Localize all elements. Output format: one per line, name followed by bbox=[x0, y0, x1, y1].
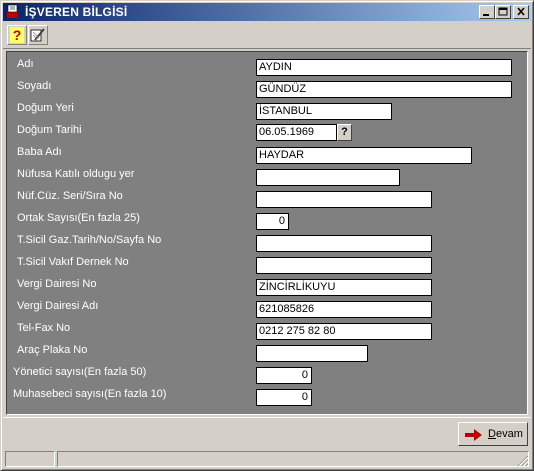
arac-plaka-field[interactable] bbox=[256, 345, 368, 362]
devam-button[interactable]: Devam bbox=[458, 422, 528, 446]
label-soyadi: Soyadı bbox=[17, 80, 52, 92]
label-adi: Adı bbox=[17, 58, 34, 70]
nufusa-kayitli-field[interactable] bbox=[256, 169, 400, 186]
button-bar: Devam bbox=[3, 417, 531, 450]
dogum-yeri-field[interactable]: İSTANBUL bbox=[256, 103, 392, 120]
adi-field[interactable]: AYDIN bbox=[256, 59, 512, 76]
label-nuf-cuz-seri: Nüf.Cüz. Seri/Sıra No bbox=[17, 190, 123, 202]
window-title: İŞVEREN BİLGİSİ bbox=[25, 5, 128, 19]
label-vergi-dairesi-adi: Vergi Dairesi Adı bbox=[17, 300, 99, 312]
label-yonetici-sayisi: Yönetici sayısı(En fazla 50) bbox=[13, 366, 147, 378]
label-muhasebeci-sayisi: Muhasebeci sayısı(En fazla 10) bbox=[13, 388, 167, 400]
employer-info-window: İŞVEREN BİLGİSİ ? Adı Soyadı Doğum Yeri … bbox=[0, 0, 534, 471]
close-button[interactable] bbox=[513, 5, 529, 19]
status-bar bbox=[3, 450, 531, 468]
title-bar: İŞVEREN BİLGİSİ bbox=[3, 3, 531, 21]
maximize-button[interactable] bbox=[495, 5, 511, 19]
label-tsicil-gaz: T.Sicil Gaz.Tarih/No/Sayfa No bbox=[17, 234, 162, 246]
tools-icon bbox=[30, 28, 45, 42]
soyadi-field[interactable]: GÜNDÜZ bbox=[256, 81, 512, 98]
help-button[interactable]: ? bbox=[7, 25, 27, 45]
date-picker-button[interactable]: ? bbox=[337, 124, 352, 141]
label-nufusa-kayitli: Nüfusa Katılı oldugu yer bbox=[17, 168, 135, 180]
close-icon bbox=[517, 7, 525, 16]
maximize-icon bbox=[498, 7, 508, 16]
ortak-sayisi-field[interactable]: 0 bbox=[256, 213, 289, 230]
baba-adi-field[interactable]: HAYDAR bbox=[256, 147, 472, 164]
svg-text:?: ? bbox=[13, 27, 22, 43]
label-dogum-yeri: Doğum Yeri bbox=[17, 102, 74, 114]
tools-button[interactable] bbox=[28, 25, 48, 45]
nuf-cuz-seri-field[interactable] bbox=[256, 191, 432, 208]
label-vergi-dairesi-no: Vergi Dairesi No bbox=[17, 278, 97, 290]
label-tel-fax: Tel-Fax No bbox=[17, 322, 71, 334]
resize-grip-icon[interactable] bbox=[517, 455, 529, 467]
tsicil-vakif-field[interactable] bbox=[256, 257, 432, 274]
devam-label: Devam bbox=[488, 428, 523, 440]
label-baba-adi: Baba Adı bbox=[17, 146, 62, 158]
vergi-dairesi-adi-field[interactable]: 621085826 bbox=[256, 301, 432, 318]
status-pane-2 bbox=[57, 451, 529, 467]
arrow-right-icon bbox=[465, 429, 482, 441]
minimize-button[interactable] bbox=[479, 5, 495, 19]
minimize-icon bbox=[483, 14, 489, 16]
label-tsicil-vakif: T.Sicil Vakıf Dernek No bbox=[17, 256, 129, 268]
label-dogum-tarihi: Doğum Tarihi bbox=[17, 124, 82, 136]
label-arac-plaka: Araç Plaka No bbox=[17, 344, 88, 356]
app-icon bbox=[7, 4, 18, 18]
tsicil-gaz-field[interactable] bbox=[256, 235, 432, 252]
muhasebeci-sayisi-field[interactable]: 0 bbox=[256, 389, 312, 406]
tel-fax-field[interactable]: 0212 275 82 80 bbox=[256, 323, 432, 340]
dogum-tarihi-field[interactable]: 06.05.1969 bbox=[256, 124, 337, 141]
vergi-dairesi-no-field[interactable]: ZİNCİRLİKUYU bbox=[256, 279, 432, 296]
yonetici-sayisi-field[interactable]: 0 bbox=[256, 367, 312, 384]
help-icon: ? bbox=[10, 27, 24, 43]
label-ortak-sayisi: Ortak Sayısı(En fazla 25) bbox=[17, 212, 140, 224]
status-pane-1 bbox=[5, 451, 55, 467]
toolbar: ? bbox=[3, 22, 531, 49]
